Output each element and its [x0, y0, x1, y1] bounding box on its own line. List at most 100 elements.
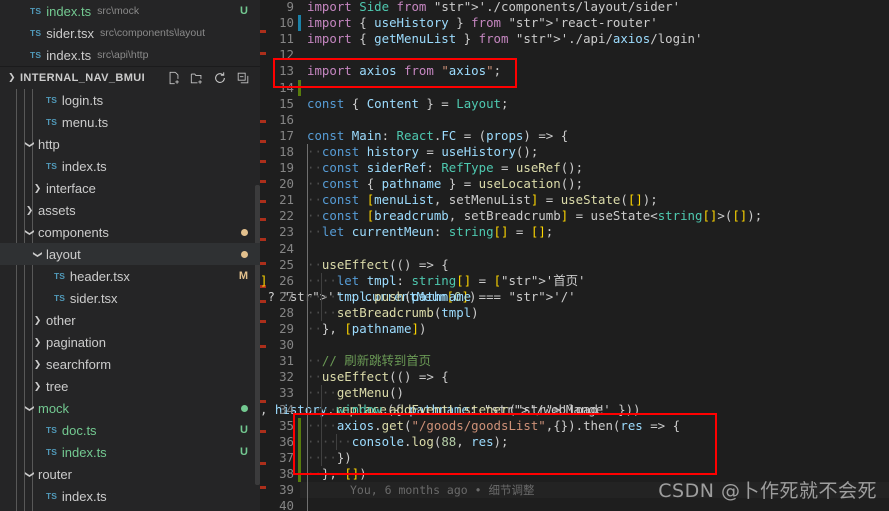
- code-line[interactable]: 9 import Side from "str">'./components/la…: [260, 0, 889, 15]
- folder-change-dot: [241, 250, 248, 258]
- tree-folder-interface[interactable]: ❯ interface: [0, 177, 260, 199]
- code-line[interactable]: 32 ··useEffect(() => {: [260, 369, 889, 385]
- code-line[interactable]: 11 import { getMenuList } from "str">'./a…: [260, 31, 889, 47]
- git-gutter-modified[interactable]: [298, 15, 301, 32]
- line-number: 28: [279, 304, 294, 320]
- line-number: 29: [279, 321, 294, 336]
- tree-file-sider-tsx[interactable]: ❯TSsider.tsx: [0, 287, 260, 309]
- tree-folder-components[interactable]: ❯ components: [0, 221, 260, 243]
- tree-folder-assets[interactable]: ❯ assets: [0, 199, 260, 221]
- code-line[interactable]: 20 ··const { pathname } = useLocation();: [260, 176, 889, 192]
- code-line[interactable]: 34 ····window.addEventListener("str">'loa…: [260, 402, 889, 418]
- open-editor-item[interactable]: TS index.ts src\api\http: [0, 44, 260, 66]
- tree-folder-router[interactable]: ❯ router: [0, 463, 260, 485]
- code-line[interactable]: 16: [260, 112, 889, 128]
- open-editor-path: src\api\http: [97, 49, 149, 61]
- open-editor-path: src\components\layout: [99, 27, 206, 39]
- code-line[interactable]: 13 import axios from "axios";: [260, 63, 889, 79]
- code-line[interactable]: 37 ····}): [260, 450, 889, 466]
- code-line[interactable]: 18 ··const history = useHistory();: [260, 144, 889, 160]
- tree-file-header-tsx[interactable]: ❯TSheader.tsxM: [0, 265, 260, 287]
- vscode-window: TS index.ts src\mock U TS sider.tsx src\compon…: [0, 0, 889, 511]
- tree-file-index-ts[interactable]: ❯TSindex.ts: [0, 485, 260, 507]
- tree-item-label: tree: [46, 378, 69, 394]
- code-line[interactable]: 25 ··useEffect(() => {: [260, 257, 889, 273]
- tree-folder-searchform[interactable]: ❯ searchform: [0, 353, 260, 375]
- code-line[interactable]: 21 ··const [menuList, setMenuList] = useS…: [260, 192, 889, 208]
- tree-folder-other[interactable]: ❯ other: [0, 309, 260, 331]
- chevron-right-icon: ❯: [25, 204, 34, 215]
- line-content: ······console.log(88, res);: [307, 433, 509, 449]
- git-gutter-added[interactable]: [298, 79, 301, 96]
- code-line[interactable]: 19 ··const siderRef: RefType = useRef();: [260, 160, 889, 176]
- code-line[interactable]: 36 ······console.log(88, res);: [260, 434, 889, 450]
- open-editor-name: index.ts: [46, 3, 92, 19]
- code-line[interactable]: 30: [260, 337, 889, 353]
- line-content: const { Content } = Layout;: [307, 95, 509, 111]
- new-folder-icon[interactable]: [190, 71, 204, 85]
- line-content: ··// 刷新跳转到首页: [307, 353, 432, 369]
- code-line[interactable]: 35 ····axios.get("/goods/goodsList",{}).t…: [260, 418, 889, 434]
- open-editor-item[interactable]: TS sider.tsx src\components\layout: [0, 22, 260, 44]
- refresh-icon[interactable]: [213, 71, 227, 85]
- tree-item-label: other: [46, 312, 76, 328]
- code-line[interactable]: 28 ····setBreadcrumb(tmpl): [260, 305, 889, 321]
- code-line[interactable]: 17 const Main: React.FC = (props) => {: [260, 128, 889, 144]
- tree-file-index-ts[interactable]: ❯TSindex.ts: [0, 155, 260, 177]
- chevron-down-icon: ❯: [25, 228, 35, 236]
- chevron-down-icon: ❯: [33, 250, 43, 258]
- new-file-icon[interactable]: [167, 71, 181, 85]
- file-tree[interactable]: ❯TSlogin.ts❯TSmenu.ts❯http❯TSindex.ts❯in…: [0, 89, 260, 511]
- code-lines[interactable]: 9 import Side from "str">'./components/la…: [260, 0, 889, 511]
- code-line[interactable]: 14: [260, 80, 889, 96]
- code-line[interactable]: 15 const { Content } = Layout;: [260, 96, 889, 112]
- line-content: ··useEffect(() => {: [307, 256, 449, 272]
- code-line[interactable]: 38 ··}, []): [260, 466, 889, 482]
- line-number: 12: [279, 47, 294, 63]
- line-content: ··const { pathname } = useLocation();: [307, 176, 584, 192]
- tree-file-login-ts[interactable]: ❯TSlogin.ts: [0, 89, 260, 111]
- line-number: 10: [279, 15, 294, 31]
- open-editor-name: sider.tsx: [46, 25, 94, 41]
- tree-folder-tree[interactable]: ❯ tree: [0, 375, 260, 397]
- tree-file-menu-ts[interactable]: ❯TSmenu.ts: [0, 111, 260, 133]
- line-number: 24: [279, 240, 294, 256]
- open-editor-item[interactable]: TS index.ts src\mock U: [0, 0, 260, 22]
- tree-folder-layout[interactable]: ❯ layout: [0, 243, 260, 265]
- code-line[interactable]: 31 ··// 刷新跳转到首页: [260, 353, 889, 369]
- code-line[interactable]: 24: [260, 241, 889, 257]
- tree-folder-store[interactable]: ❯store: [0, 507, 260, 511]
- line-number: 17: [279, 127, 294, 143]
- line-content: ····tmpl.push(pathname === "str">'/': [307, 288, 576, 304]
- line-number: 40: [279, 498, 294, 511]
- git-gutter-added[interactable]: [298, 417, 301, 482]
- tree-item-label: menu.ts: [61, 114, 109, 130]
- code-line[interactable]: 27····tmpl.push(pathname === "str">'/' ?…: [260, 289, 889, 305]
- code-line[interactable]: 33····getMenu(): [260, 385, 889, 401]
- chevron-down-icon: ❯: [25, 470, 35, 478]
- tree-folder-mock[interactable]: ❯ mock: [0, 397, 260, 419]
- code-line[interactable]: 12: [260, 47, 889, 63]
- indent-guide: [321, 385, 323, 466]
- code-line[interactable]: 40: [260, 498, 889, 511]
- line-content: import axios from "axios";: [307, 63, 502, 79]
- code-line[interactable]: 23 ··let currentMeun: string[] = [];: [260, 224, 889, 240]
- explorer-section-header[interactable]: ❯ INTERNAL_NAV_BMUI: [0, 66, 260, 89]
- code-line[interactable]: 26····let tmpl: string[] = ["str">'首页']: [260, 273, 889, 289]
- git-blame-annotation[interactable]: You, 6 months ago • 细节调整: [260, 482, 889, 498]
- open-editor-name: index.ts: [46, 47, 92, 63]
- chevron-right-icon: ❯: [33, 358, 42, 369]
- tree-file-doc-ts[interactable]: ❯TSdoc.tsU: [0, 419, 260, 441]
- code-editor[interactable]: 9 import Side from "str">'./components/la…: [260, 0, 889, 511]
- code-line[interactable]: 10 import { useHistory } from "str">'reac…: [260, 15, 889, 31]
- code-line[interactable]: 29 ··}, [pathname]): [260, 321, 889, 337]
- indent-guide: [321, 272, 323, 321]
- collapse-all-icon[interactable]: [236, 71, 250, 85]
- explorer-sidebar: TS index.ts src\mock U TS sider.tsx src\compon…: [0, 0, 260, 511]
- tree-item-label: index.ts: [61, 444, 107, 460]
- tree-folder-pagination[interactable]: ❯ pagination: [0, 331, 260, 353]
- ts-file-icon: TS: [30, 6, 42, 16]
- tree-folder-http[interactable]: ❯ http: [0, 133, 260, 155]
- code-line[interactable]: 22 ··const [breadcrumb, setBreadcrumb] = …: [260, 208, 889, 224]
- tree-file-index-ts[interactable]: ❯TSindex.tsU: [0, 441, 260, 463]
